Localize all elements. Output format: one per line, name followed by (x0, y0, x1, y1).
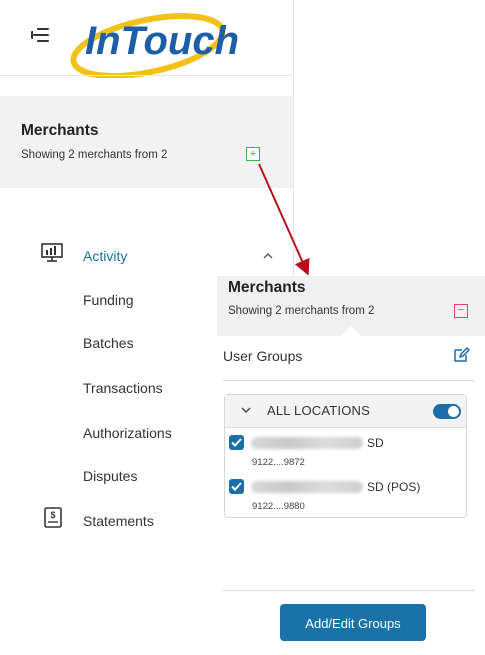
callout-arrow (258, 163, 310, 276)
